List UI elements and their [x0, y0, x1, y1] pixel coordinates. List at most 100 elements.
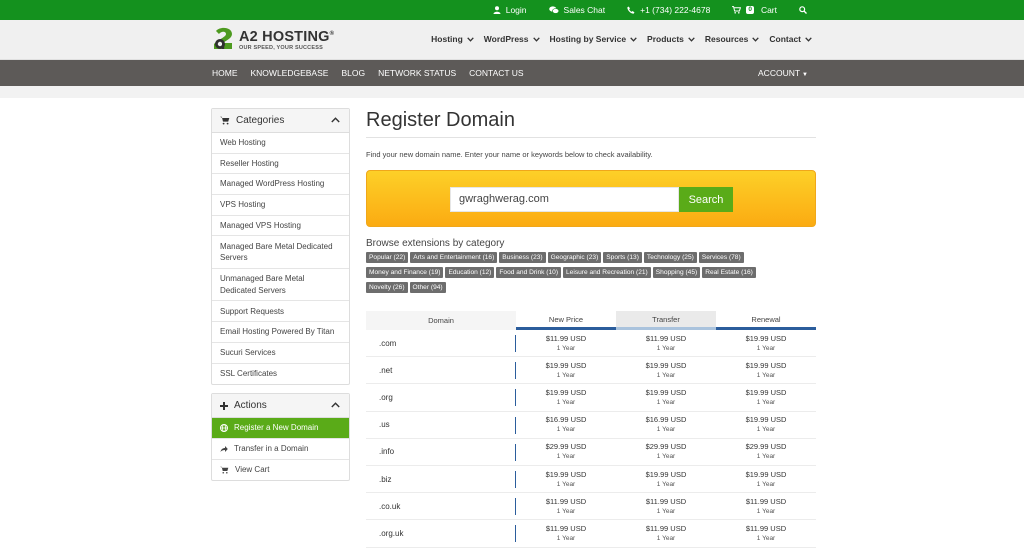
action-transfer-domain[interactable]: Transfer in a Domain [212, 439, 349, 460]
subnav-contact-us[interactable]: CONTACT US [469, 68, 523, 78]
chevron-down-icon [467, 36, 474, 42]
chevron-up-icon[interactable] [331, 117, 340, 123]
header-band [0, 86, 1024, 98]
tag-food-drink[interactable]: Food and Drink (10) [496, 267, 562, 278]
price-value: $19.99 USD [745, 415, 787, 425]
transfer-price-cell: $19.99 USD 1 Year [616, 466, 716, 492]
tag-popular[interactable]: Popular (22) [366, 252, 409, 263]
header-domain: Domain [366, 311, 516, 330]
categories-header[interactable]: Categories [212, 109, 349, 133]
action-register-label: Register a New Domain [234, 423, 319, 433]
action-view-cart[interactable]: View Cart [212, 460, 349, 481]
new-price-cell: $29.99 USD 1 Year [516, 439, 616, 465]
header-renewal[interactable]: Renewal [716, 311, 816, 330]
header-transfer[interactable]: Transfer [616, 311, 716, 330]
top-bar: Login Sales Chat +1 (734) 222-4678 0 Car… [0, 0, 1024, 20]
tag-sports[interactable]: Sports (13) [603, 252, 642, 263]
cart-icon [220, 466, 229, 474]
search-toggle[interactable] [799, 6, 812, 14]
category-support-requests[interactable]: Support Requests [212, 301, 349, 323]
chevron-down-icon [688, 36, 695, 42]
search-button[interactable]: Search [679, 187, 733, 212]
action-view-cart-label: View Cart [235, 465, 270, 475]
transfer-price-cell: $29.99 USD 1 Year [616, 439, 716, 465]
tag-shopping[interactable]: Shopping (45) [652, 267, 701, 278]
tld-name: .net [366, 357, 516, 383]
tag-real-estate[interactable]: Real Estate (16) [702, 267, 756, 278]
tag-arts-entertainment[interactable]: Arts and Entertainment (16) [410, 252, 498, 263]
subnav-knowledgebase[interactable]: KNOWLEDGEBASE [251, 68, 329, 78]
login-label: Login [505, 5, 527, 15]
category-ssl[interactable]: SSL Certificates [212, 364, 349, 385]
tag-services[interactable]: Services (78) [698, 252, 744, 263]
phone-link[interactable]: +1 (734) 222-4678 [627, 5, 710, 15]
account-menu[interactable]: ACCOUNT ▼ [758, 68, 808, 78]
category-sucuri[interactable]: Sucuri Services [212, 343, 349, 364]
chevron-down-icon [752, 36, 760, 42]
term-label: 1 Year [656, 398, 676, 406]
tag-geographic[interactable]: Geographic (23) [547, 252, 602, 263]
tag-technology[interactable]: Technology (25) [643, 252, 697, 263]
price-value: $29.99 USD [645, 442, 687, 452]
user-icon [493, 6, 501, 14]
table-row: .co.uk $11.99 USD 1 Year $11.99 USD 1 Year $1… [366, 493, 816, 521]
term-label: 1 Year [556, 534, 576, 542]
chevron-up-icon[interactable] [331, 402, 340, 408]
tag-money-finance[interactable]: Money and Finance (19) [366, 267, 444, 278]
renewal-price-cell: $19.99 USD 1 Year [716, 384, 816, 410]
brand-name: A2 HOSTING® [239, 29, 335, 45]
subnav-network-status[interactable]: NETWORK STATUS [378, 68, 456, 78]
tag-other[interactable]: Other (94) [409, 282, 446, 293]
nav-hosting[interactable]: Hosting [431, 34, 474, 44]
nav-contact[interactable]: Contact [769, 34, 812, 44]
price-value: $19.99 USD [545, 360, 587, 370]
price-value: $29.99 USD [545, 442, 587, 452]
extension-categories: Popular (22) Arts and Entertainment (16)… [366, 252, 786, 297]
sidebar: Categories Web Hosting Reseller Hosting … [211, 108, 350, 489]
nav-products[interactable]: Products [647, 34, 695, 44]
tag-business[interactable]: Business (23) [499, 252, 546, 263]
intro-text: Find your new domain name. Enter your na… [366, 150, 653, 159]
logo[interactable]: A2 HOSTING® OUR SPEED, YOUR SUCCESS [212, 27, 334, 53]
domain-search-input[interactable]: gwraghwerag.com [450, 187, 679, 212]
actions-title: Actions [234, 400, 267, 412]
nav-wordpress[interactable]: WordPress [484, 34, 540, 44]
term-label: 1 Year [756, 398, 776, 406]
browse-extensions-title: Browse extensions by category [366, 238, 505, 249]
category-vps-hosting[interactable]: VPS Hosting [212, 195, 349, 216]
term-label: 1 Year [556, 398, 576, 406]
actions-header[interactable]: Actions [212, 394, 349, 419]
login-link[interactable]: Login [493, 5, 527, 15]
category-managed-bare-metal[interactable]: Managed Bare Metal Dedicated Servers [212, 236, 349, 269]
transfer-price-cell: $11.99 USD 1 Year [616, 520, 716, 546]
plus-icon [220, 401, 228, 410]
nav-hosting-by-service[interactable]: Hosting by Service [550, 34, 638, 44]
table-row: .info $29.99 USD 1 Year $29.99 USD 1 Year $29… [366, 439, 816, 466]
category-reseller-hosting[interactable]: Reseller Hosting [212, 154, 349, 175]
chevron-down-icon [805, 36, 812, 42]
nav-resources[interactable]: Resources [705, 34, 760, 44]
action-register-domain[interactable]: Register a New Domain [212, 418, 349, 439]
renewal-price-cell: $19.99 USD 1 Year [716, 357, 816, 383]
category-email-hosting[interactable]: Email Hosting Powered By Titan [212, 322, 349, 343]
category-managed-vps[interactable]: Managed VPS Hosting [212, 216, 349, 237]
table-row: .biz $19.99 USD 1 Year $19.99 USD 1 Year $19.… [366, 466, 816, 494]
tag-leisure-recreation[interactable]: Leisure and Recreation (21) [563, 267, 651, 278]
category-unmanaged-bare-metal[interactable]: Unmanaged Bare Metal Dedicated Servers [212, 269, 349, 302]
new-price-cell: $16.99 USD 1 Year [516, 412, 616, 438]
transfer-price-cell: $16.99 USD 1 Year [616, 412, 716, 438]
tld-name: .com [366, 330, 516, 356]
header-new-price[interactable]: New Price [516, 311, 616, 330]
categories-panel: Categories Web Hosting Reseller Hosting … [211, 108, 350, 386]
tag-novelty[interactable]: Novelty (26) [366, 282, 408, 293]
cart-link[interactable]: 0 Cart [732, 5, 777, 15]
sales-chat-link[interactable]: Sales Chat [548, 5, 605, 15]
tld-name: .co.uk [366, 493, 516, 519]
subnav-home[interactable]: HOME [212, 68, 238, 78]
category-web-hosting[interactable]: Web Hosting [212, 133, 349, 154]
tag-education[interactable]: Education (12) [445, 267, 495, 278]
cart-icon [220, 116, 230, 125]
table-row: .org $19.99 USD 1 Year $19.99 USD 1 Year $19.… [366, 384, 816, 412]
category-managed-wordpress[interactable]: Managed WordPress Hosting [212, 174, 349, 196]
subnav-blog[interactable]: BLOG [341, 68, 365, 78]
